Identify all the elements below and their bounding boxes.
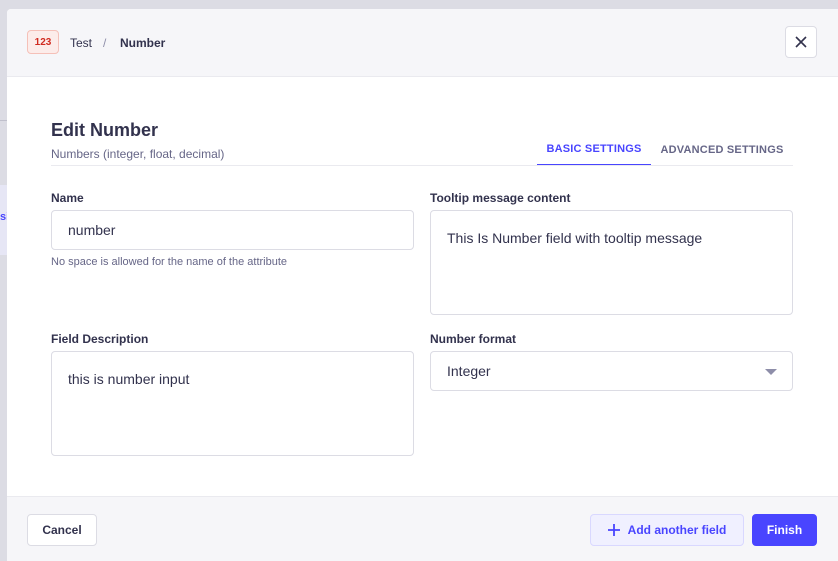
tab-basic-settings[interactable]: BASIC SETTINGS [537, 134, 651, 166]
name-input[interactable]: number [51, 210, 414, 250]
breadcrumb-separator: / [103, 36, 107, 50]
close-button[interactable] [785, 26, 817, 58]
modal-footer: Cancel Add another field Finish [7, 496, 838, 561]
tooltip-textarea[interactable]: This Is Number field with tooltip messag… [430, 210, 793, 315]
modal-header: 123 Test / Number [7, 9, 838, 77]
cancel-button[interactable]: Cancel [27, 514, 97, 546]
number-format-label: Number format [430, 332, 517, 346]
add-another-field-button[interactable]: Add another field [590, 514, 744, 546]
tabs-divider [51, 165, 793, 166]
number-format-select[interactable]: Integer [430, 351, 793, 391]
modal-title: Edit Number [51, 120, 159, 140]
add-another-field-label: Add another field [627, 523, 727, 537]
breadcrumb-current: Number [120, 36, 166, 50]
name-input-value: number [68, 222, 116, 238]
tab-advanced-settings[interactable]: ADVANCED SETTINGS [655, 134, 789, 166]
description-textarea[interactable]: this is number input [51, 351, 414, 456]
edit-field-modal: 123 Test / Number Edit Number Numbers (i… [7, 9, 838, 561]
chevron-down-icon [765, 369, 777, 375]
number-type-badge: 123 [27, 30, 59, 54]
breadcrumb-collection: Test [70, 36, 93, 50]
modal-subtitle: Numbers (integer, float, decimal) [51, 147, 225, 161]
description-label: Field Description [51, 332, 149, 346]
description-textarea-value: this is number input [68, 371, 190, 387]
tooltip-label: Tooltip message content [430, 191, 571, 205]
plus-icon [607, 524, 620, 536]
name-label: Name [51, 191, 84, 205]
close-icon [795, 36, 807, 48]
tooltip-textarea-value: This Is Number field with tooltip messag… [447, 230, 703, 246]
finish-button[interactable]: Finish [752, 514, 817, 546]
name-hint: No space is allowed for the name of the … [51, 256, 288, 268]
number-format-value: Integer [447, 363, 491, 379]
